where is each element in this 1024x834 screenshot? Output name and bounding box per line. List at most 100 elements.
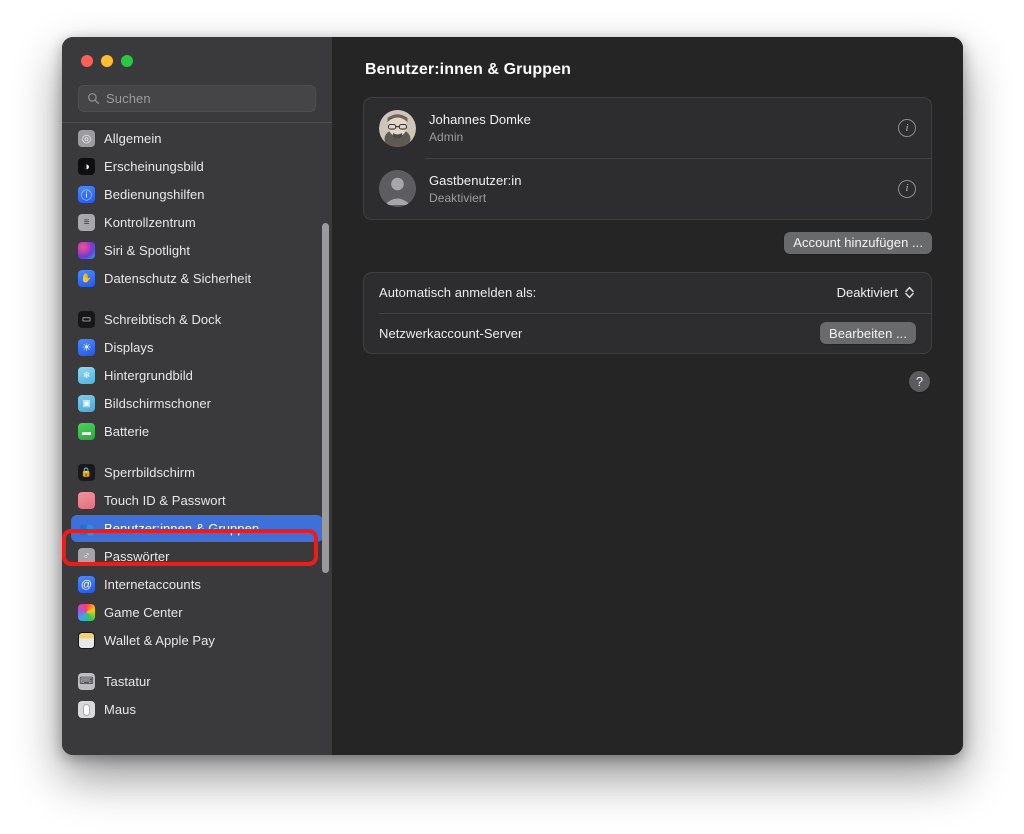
sidebar-item-game-center[interactable]: Game Center	[71, 599, 323, 626]
sidebar-item-label: Datenschutz & Sicherheit	[104, 271, 252, 286]
appearance-icon: ◑	[78, 158, 95, 175]
info-icon[interactable]: i	[898, 179, 916, 198]
search-input[interactable]: Suchen	[78, 85, 316, 112]
sidebar-item-sperrbildschirm[interactable]: 🔒 Sperrbildschirm	[71, 459, 323, 486]
sidebar-item-label: Siri & Spotlight	[104, 243, 191, 258]
setting-row: Netzwerkaccount-Server Bearbeiten ...	[364, 313, 931, 353]
setting-row: Automatisch anmelden als: Deaktiviert	[364, 273, 931, 313]
sidebar-item-label: Erscheinungsbild	[104, 159, 204, 174]
minimize-window-button[interactable]	[101, 55, 113, 67]
setting-label: Netzwerkaccount-Server	[379, 325, 523, 341]
avatar	[379, 109, 416, 147]
battery-icon: ▬	[78, 423, 95, 440]
sidebar-item-maus[interactable]: Maus	[71, 696, 323, 723]
users-card: Johannes Domke Admin i Gastbenutzer:in Deakt…	[363, 97, 932, 220]
sidebar-scrollbar-thumb[interactable]	[322, 223, 329, 573]
sidebar-item-erscheinungsbild[interactable]: ◑ Erscheinungsbild	[71, 153, 323, 180]
sidebar-item-datenschutz-sicherheit[interactable]: ✋ Datenschutz & Sicherheit	[71, 265, 323, 292]
setting-label: Automatisch anmelden als:	[379, 285, 537, 300]
search-placeholder: Suchen	[106, 91, 151, 106]
sidebar-item-kontrollzentrum[interactable]: ≡ Kontrollzentrum	[71, 209, 323, 236]
system-settings-window: Suchen ◎ Allgemein ◑ Erscheinungsbild ⓘ Bedie…	[62, 37, 963, 755]
screensaver-icon: ▣	[78, 395, 95, 412]
sidebar-item-internetaccounts[interactable]: @ Internetaccounts	[71, 571, 323, 598]
lock-screen-icon: 🔒	[78, 464, 95, 481]
user-row[interactable]: Gastbenutzer:in Deaktiviert i	[364, 159, 931, 219]
sidebar-item-label: Tastatur	[104, 674, 151, 689]
general-icon: ◎	[78, 130, 95, 147]
displays-icon: ☀	[78, 339, 95, 356]
sidebar-item-allgemein[interactable]: ◎ Allgemein	[71, 125, 323, 152]
accessibility-icon: ⓘ	[78, 186, 95, 203]
sidebar-item-label: Game Center	[104, 605, 183, 620]
user-row[interactable]: Johannes Domke Admin i	[364, 98, 931, 158]
edit-network-account-server-button[interactable]: Bearbeiten ...	[819, 322, 916, 344]
sidebar-item-label: Displays	[104, 340, 154, 355]
sidebar-scrollbar[interactable]	[322, 223, 329, 573]
sidebar-item-label: Schreibtisch & Dock	[104, 312, 222, 327]
page-title: Benutzer:innen & Gruppen	[365, 61, 571, 78]
settings-card: Automatisch anmelden als: Deaktiviert Netz…	[363, 271, 932, 354]
user-role: Deaktiviert	[429, 190, 487, 205]
sidebar-item-schreibtisch-dock[interactable]: ▭ Schreibtisch & Dock	[71, 306, 323, 333]
control-center-icon: ≡	[78, 214, 95, 231]
siri-icon	[78, 242, 95, 259]
sidebar-item-passworter[interactable]: ♂ Passwörter	[71, 543, 323, 570]
sidebar-scroll-area[interactable]: ◎ Allgemein ◑ Erscheinungsbild ⓘ Bedienungshi…	[62, 123, 332, 755]
sidebar-item-label: Wallet & Apple Pay	[104, 633, 215, 648]
zoom-window-button[interactable]	[121, 55, 133, 67]
sidebar-item-tastatur[interactable]: ⌨ Tastatur	[71, 668, 323, 695]
sidebar-item-siri-spotlight[interactable]: Siri & Spotlight	[71, 237, 323, 264]
auto-login-value: Deaktiviert	[836, 285, 898, 300]
sidebar-item-wallet-apple-pay[interactable]: Wallet & Apple Pay	[71, 627, 323, 654]
sidebar-item-displays[interactable]: ☀ Displays	[71, 334, 323, 361]
wallet-icon	[78, 632, 95, 649]
sidebar-item-label: Passwörter	[104, 549, 170, 564]
sidebar-item-batterie[interactable]: ▬ Batterie	[71, 418, 323, 445]
internet-accounts-icon: @	[78, 576, 95, 593]
help-row: ?	[363, 371, 932, 392]
sidebar-item-label: Maus	[104, 702, 136, 717]
game-center-icon	[78, 604, 95, 621]
help-button[interactable]: ?	[909, 371, 930, 392]
sidebar-item-label: Bildschirmschoner	[104, 396, 212, 411]
sidebar-item-label: Sperrbildschirm	[104, 465, 196, 480]
sidebar-item-label: Allgemein	[104, 131, 162, 146]
chevron-up-down-icon	[905, 286, 914, 299]
touch-id-icon	[78, 492, 95, 509]
user-name: Johannes Domke	[429, 112, 531, 127]
sidebar-item-label: Batterie	[104, 424, 150, 439]
close-window-button[interactable]	[81, 55, 93, 67]
window-controls	[62, 37, 332, 85]
sidebar: Suchen ◎ Allgemein ◑ Erscheinungsbild ⓘ Bedie…	[62, 37, 332, 755]
user-meta: Johannes Domke Admin	[429, 111, 885, 145]
passwords-icon: ♂	[78, 548, 95, 565]
sidebar-item-touch-id-passwort[interactable]: Touch ID & Passwort	[71, 487, 323, 514]
wallpaper-icon: ❄	[78, 367, 95, 384]
auto-login-popup-button[interactable]: Deaktiviert	[837, 285, 916, 300]
search-icon	[87, 92, 100, 105]
privacy-icon: ✋	[78, 270, 95, 287]
keyboard-icon: ⌨	[78, 673, 95, 690]
sidebar-item-benutzer-innen-gruppen[interactable]: 👥 Benutzer:innen & Gruppen	[71, 515, 323, 542]
guest-avatar	[379, 170, 416, 207]
info-icon[interactable]: i	[898, 119, 916, 137]
user-name: Gastbenutzer:in	[429, 172, 522, 188]
sidebar-item-label: Benutzer:innen & Gruppen	[104, 521, 260, 536]
sidebar-item-hintergrundbild[interactable]: ❄ Hintergrundbild	[71, 362, 323, 389]
desktop-dock-icon: ▭	[78, 311, 95, 328]
sidebar-item-bildschirmschoner[interactable]: ▣ Bildschirmschoner	[71, 390, 323, 417]
user-meta: Gastbenutzer:in Deaktiviert	[429, 172, 885, 206]
sidebar-nav-list: ◎ Allgemein ◑ Erscheinungsbild ⓘ Bedienungshi…	[62, 125, 332, 734]
user-role: Admin	[429, 130, 464, 144]
sidebar-item-bedienungshilfen[interactable]: ⓘ Bedienungshilfen	[71, 181, 323, 208]
sidebar-item-label: Hintergrundbild	[104, 368, 193, 383]
add-account-button[interactable]: Account hinzufügen ...	[784, 231, 932, 254]
add-account-row: Account hinzufügen ...	[363, 231, 932, 254]
search-container: Suchen	[62, 85, 332, 122]
sidebar-item-label: Touch ID & Passwort	[104, 493, 226, 508]
main-content: Benutzer:innen & Gruppen Johannes Domke A…	[332, 37, 963, 755]
